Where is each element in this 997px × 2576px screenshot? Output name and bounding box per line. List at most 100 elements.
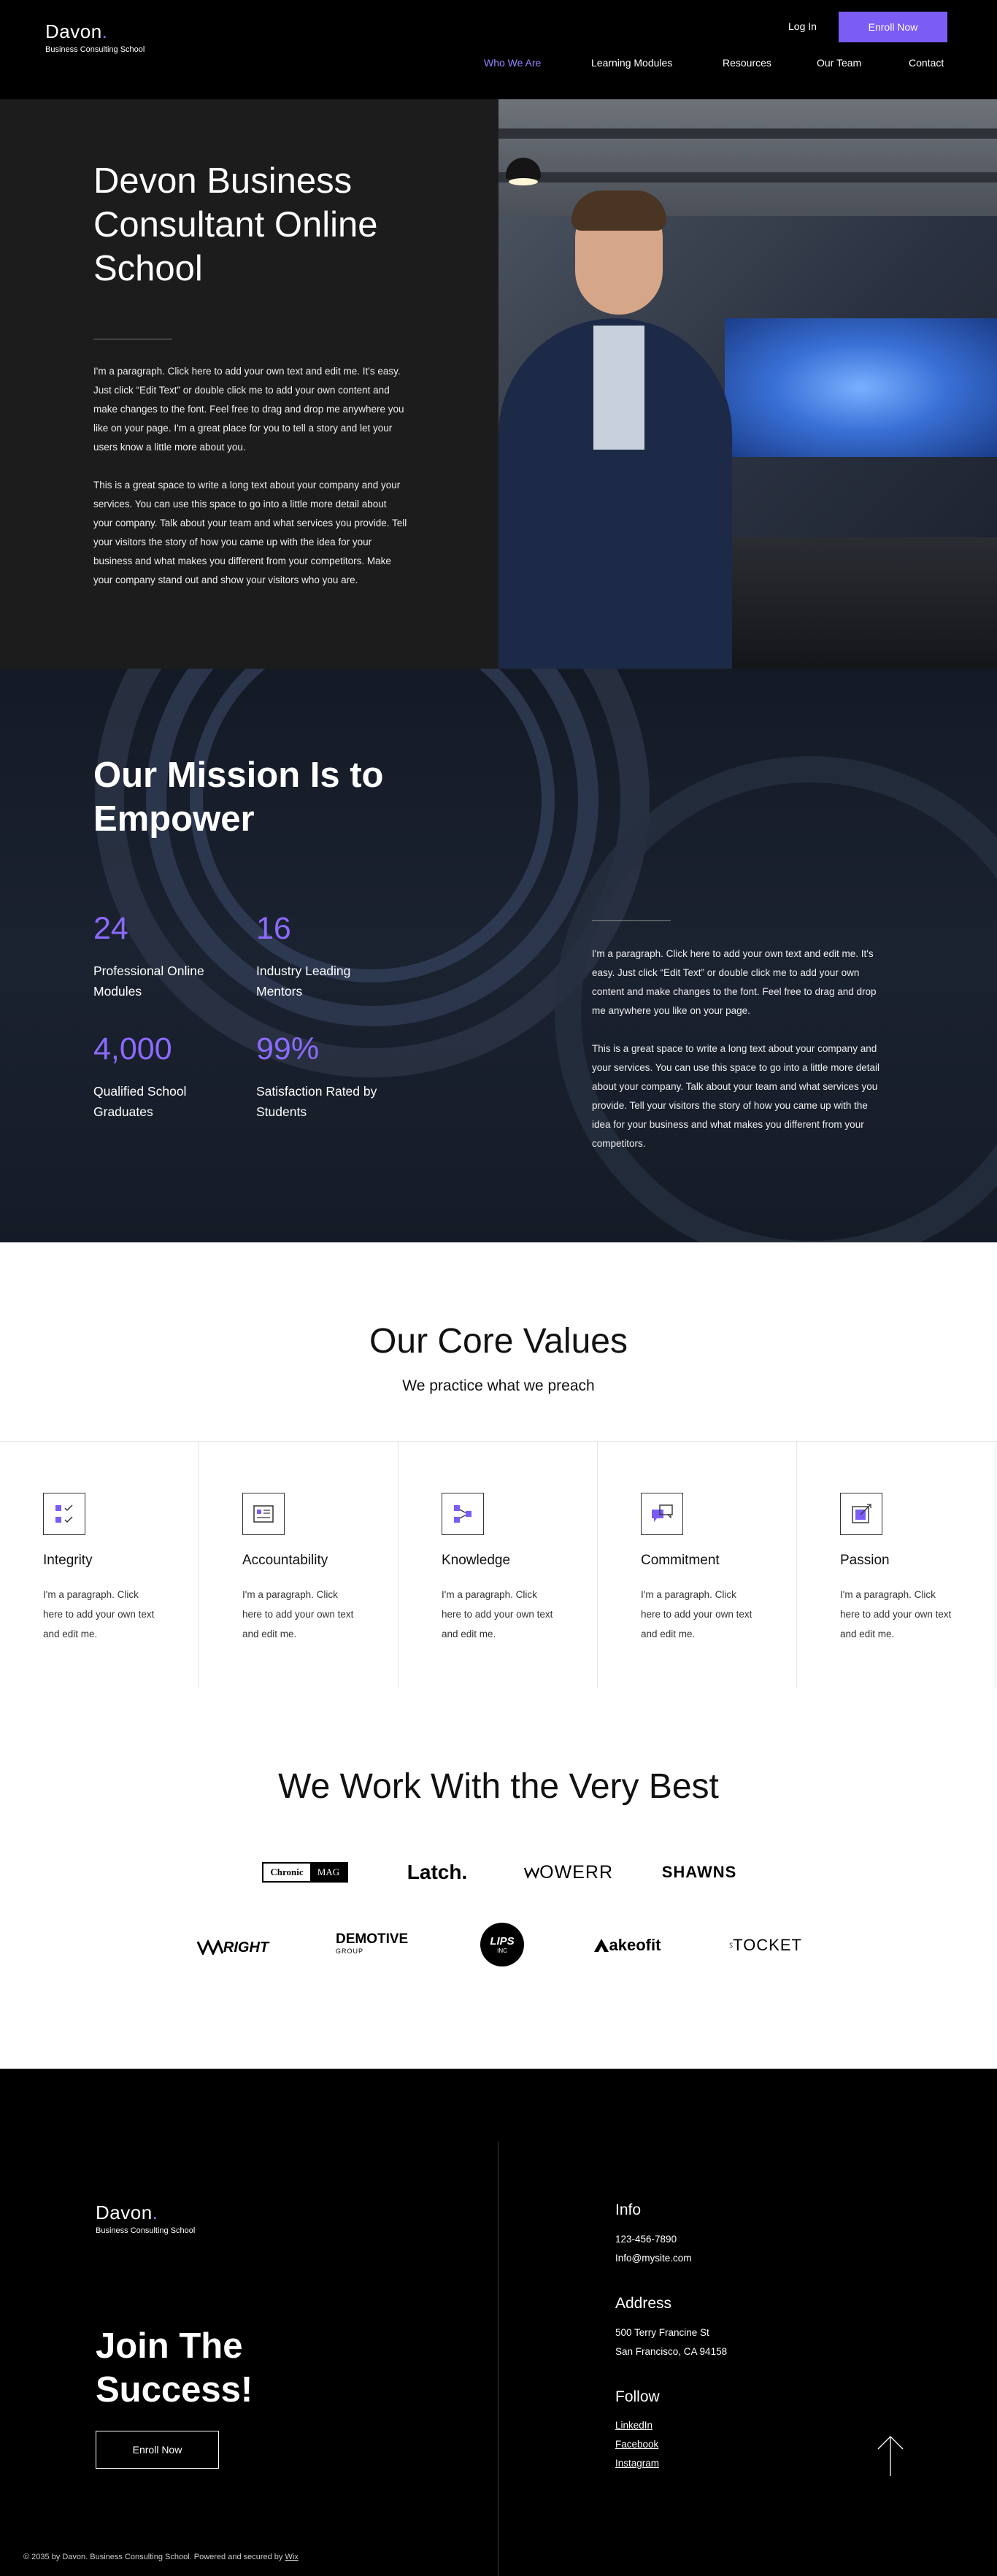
main-nav: Who We Are Learning Modules Resources Ou…: [0, 57, 997, 72]
join-title: Join The Success!: [96, 2326, 253, 2410]
stat-number-modules: 24: [93, 911, 128, 946]
partner-logo-text: MAG: [310, 1864, 347, 1881]
social-link-facebook[interactable]: Facebook: [615, 2439, 658, 2450]
partner-logo-text: DEMOTIVE: [336, 1931, 409, 1947]
info-heading: Info: [615, 2202, 642, 2218]
follow-heading: Follow: [615, 2388, 660, 2405]
value-card-passion: Passion I'm a paragraph. Click here to a…: [797, 1442, 996, 1689]
hero-text-panel: Devon Business Consultant Online School …: [0, 99, 498, 669]
stat-number-mentors: 16: [256, 911, 291, 946]
value-title: Knowledge: [442, 1553, 511, 1568]
stat-number-satisfaction: 99%: [256, 1031, 320, 1066]
stat-label-mentors: Industry Leading Mentors: [256, 964, 351, 999]
value-text: I'm a paragraph. Click here to add your …: [242, 1589, 354, 1639]
social-link-linkedin[interactable]: LinkedIn: [615, 2420, 653, 2431]
address-heading: Address: [615, 2295, 672, 2312]
target-icon: [840, 1493, 882, 1535]
hero-section: Devon Business Consultant Online School …: [0, 99, 997, 669]
makeofit-mark: [593, 1939, 609, 1952]
partner-logo-text: Chronic: [270, 1866, 304, 1877]
copyright-text: © 2035 by Davon. Business Consulting Sch…: [23, 2553, 283, 2561]
value-card-knowledge: Knowledge I'm a paragraph. Click here to…: [399, 1442, 598, 1689]
address-line-2: San Francisco, CA 94158: [615, 2346, 728, 2357]
partner-logo-text: LIPS: [490, 1935, 515, 1948]
partners-section: We Work With the Very Best Chronic MAG L…: [0, 1688, 997, 2069]
stat-label-satisfaction: Satisfaction Rated by Students: [256, 1084, 377, 1119]
value-card-integrity: Integrity I'm a paragraph. Click here to…: [0, 1442, 199, 1689]
core-values-subtitle: We practice what we preach: [402, 1377, 595, 1394]
partners-title: We Work With the Very Best: [278, 1767, 719, 1806]
partner-logo-shawns: SHAWNS: [661, 1863, 737, 1881]
partner-logo-demotive: DEMOTIVE GROUP: [336, 1929, 420, 1958]
nav-item-our-team[interactable]: Our Team: [817, 57, 861, 69]
partner-logo-chronic-mag: Chronic MAG: [262, 1858, 348, 1887]
logo-subtitle: Business Consulting School: [45, 45, 145, 54]
site-footer: Davon. Business Consulting School Join T…: [0, 2069, 997, 2576]
login-link[interactable]: Log In: [788, 20, 817, 32]
nav-item-who-we-are[interactable]: Who We Are: [484, 57, 541, 69]
value-text: I'm a paragraph. Click here to add your …: [840, 1589, 952, 1639]
hero-paragraph-2: This is a great space to write a long te…: [93, 480, 407, 585]
partner-logo-owerr: OWERR: [524, 1858, 613, 1887]
ceiling-beam: [498, 128, 997, 139]
hero-paragraph-1: I'm a paragraph. Click here to add your …: [93, 366, 404, 453]
info-phone: 123-456-7890: [615, 2234, 677, 2245]
mission-divider: [592, 920, 671, 921]
value-text: I'm a paragraph. Click here to add your …: [442, 1589, 553, 1639]
logo-name: Davon: [45, 20, 102, 42]
enroll-now-button[interactable]: Enroll Now: [839, 12, 947, 42]
stat-label-graduates: Qualified School Graduates: [93, 1084, 187, 1119]
value-text: I'm a paragraph. Click here to add your …: [641, 1589, 752, 1639]
nav-item-resources[interactable]: Resources: [723, 57, 771, 69]
value-card-accountability: Accountability I'm a paragraph. Click he…: [199, 1442, 399, 1689]
mission-section: Our Mission Is to Empower 24 Professiona…: [0, 669, 997, 1242]
core-values-title: Our Core Values: [369, 1322, 628, 1361]
footer-logo-subtitle: Business Consulting School: [96, 2226, 196, 2235]
wix-link[interactable]: Wix: [285, 2553, 299, 2561]
hero-image: [498, 99, 997, 669]
footer-enroll-button[interactable]: Enroll Now: [96, 2431, 219, 2469]
site-header: Davon. Business Consulting School Log In…: [0, 0, 997, 99]
ceiling-beam: [498, 172, 997, 182]
address-line-1: 500 Terry Francine St: [615, 2327, 709, 2338]
value-title: Accountability: [242, 1553, 328, 1568]
value-title: Passion: [840, 1553, 890, 1568]
partner-logo-text: akeofit: [609, 1936, 661, 1954]
core-values-section: Our Core Values We practice what we prea…: [0, 1242, 997, 1689]
value-title: Integrity: [43, 1553, 93, 1568]
social-link-instagram[interactable]: Instagram: [615, 2458, 659, 2469]
right-mark: [196, 1940, 223, 1955]
copyright: © 2035 by Davon. Business Consulting Sch…: [23, 2553, 299, 2561]
footer-logo-dot: .: [152, 2202, 158, 2223]
partner-logo-right: RIGHT: [193, 1933, 273, 1962]
site-logo[interactable]: Davon. Business Consulting School: [45, 20, 145, 54]
owerr-mark: [524, 1867, 540, 1879]
footer-logo[interactable]: Davon. Business Consulting School: [96, 2202, 195, 2235]
mission-paragraph-1: I'm a paragraph. Click here to add your …: [592, 948, 877, 1016]
stat-number-graduates: 4,000: [93, 1031, 172, 1066]
document-icon: [242, 1493, 285, 1535]
values-cards: Integrity I'm a paragraph. Click here to…: [0, 1441, 997, 1689]
chat-bubbles-icon: [641, 1493, 683, 1535]
lamp-glow: [509, 178, 538, 185]
stat-label-modules: Professional Online Modules: [93, 964, 204, 999]
partner-logo-makeofit: akeofit: [586, 1931, 668, 1960]
mission-title: Our Mission Is to Empower: [93, 756, 384, 839]
network-icon: [442, 1493, 484, 1535]
partner-logo-lips: LIPS INC: [480, 1923, 524, 1966]
partner-logo-text: RIGHT: [223, 1939, 269, 1956]
mission-paragraph-2: This is a great space to write a long te…: [592, 1043, 879, 1149]
hero-title: Devon Business Consultant Online School: [93, 161, 378, 288]
partner-logo-text: INC: [497, 1948, 507, 1954]
partner-logo-stocket: TOCKET: [729, 1931, 802, 1960]
nav-item-contact[interactable]: Contact: [909, 57, 944, 69]
value-text: I'm a paragraph. Click here to add your …: [43, 1589, 155, 1639]
nav-item-learning-modules[interactable]: Learning Modules: [591, 57, 672, 69]
partner-logo-latch: Latch.: [407, 1861, 468, 1883]
partner-logo-text: TOCKET: [733, 1936, 802, 1954]
screen-shape: [725, 318, 997, 457]
person-shirt: [593, 326, 644, 450]
back-to-top-arrow-icon[interactable]: [876, 2434, 905, 2477]
value-title: Commitment: [641, 1553, 720, 1568]
checklist-icon: [43, 1493, 85, 1535]
